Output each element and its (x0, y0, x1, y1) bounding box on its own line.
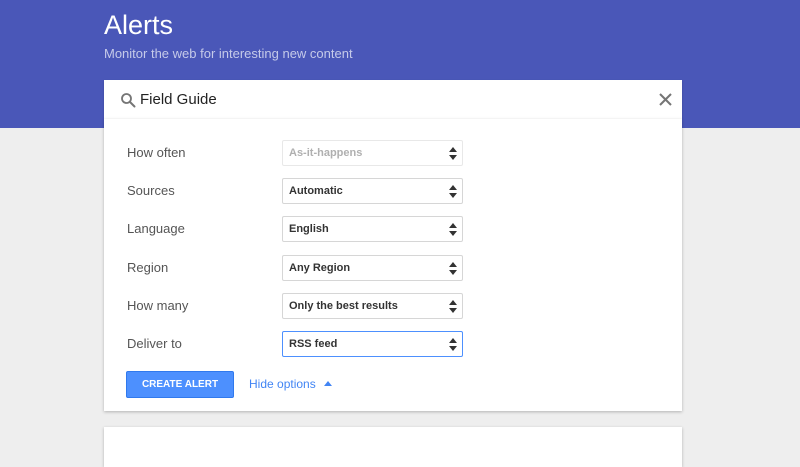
select-arrows-icon (449, 223, 457, 236)
select-value: English (289, 223, 329, 235)
page-subtitle: Monitor the web for interesting new cont… (104, 46, 353, 61)
select-value: Automatic (289, 185, 343, 197)
option-label: Sources (127, 183, 175, 198)
deliver-to-select[interactable]: RSS feed (282, 331, 463, 357)
select-value: Only the best results (289, 300, 398, 312)
hide-options-link[interactable]: Hide options (249, 377, 332, 391)
option-label: How many (127, 298, 189, 313)
search-icon (121, 93, 136, 108)
select-arrows-icon (449, 262, 457, 275)
page-title: Alerts (104, 10, 174, 40)
option-label: Deliver to (127, 336, 182, 351)
select-value: Any Region (289, 262, 351, 274)
select-arrows-icon (449, 338, 457, 351)
option-row-how-often: How often As-it-happens (104, 140, 682, 166)
region-select[interactable]: Any Region (282, 255, 463, 281)
caret-up-icon (323, 381, 332, 386)
close-icon[interactable] (657, 91, 674, 108)
option-row-sources: Sources Automatic (104, 178, 682, 204)
option-row-how-many: How many Only the best results (104, 293, 682, 319)
language-select[interactable]: English (282, 216, 463, 242)
select-value: As-it-happens (289, 147, 363, 159)
option-label: Language (127, 221, 185, 236)
create-alert-button[interactable]: CREATE ALERT (126, 371, 234, 398)
option-row-language: Language English (104, 216, 682, 242)
search-bar (104, 80, 682, 119)
option-row-region: Region Any Region (104, 255, 682, 281)
alert-options-panel: How often As-it-happens Sources Automati… (104, 119, 682, 411)
select-arrows-icon (449, 300, 457, 313)
how-often-select: As-it-happens (282, 140, 463, 166)
alert-preview-card (104, 427, 682, 467)
select-value: RSS feed (289, 338, 338, 350)
select-arrows-icon (449, 185, 457, 198)
search-input[interactable] (140, 88, 640, 110)
option-label: How often (127, 145, 186, 160)
option-label: Region (127, 260, 169, 275)
hide-options-label: Hide options (249, 377, 316, 391)
option-row-deliver-to: Deliver to RSS feed (104, 331, 682, 357)
select-arrows-icon (449, 147, 457, 160)
sources-select[interactable]: Automatic (282, 178, 463, 204)
how-many-select[interactable]: Only the best results (282, 293, 463, 319)
